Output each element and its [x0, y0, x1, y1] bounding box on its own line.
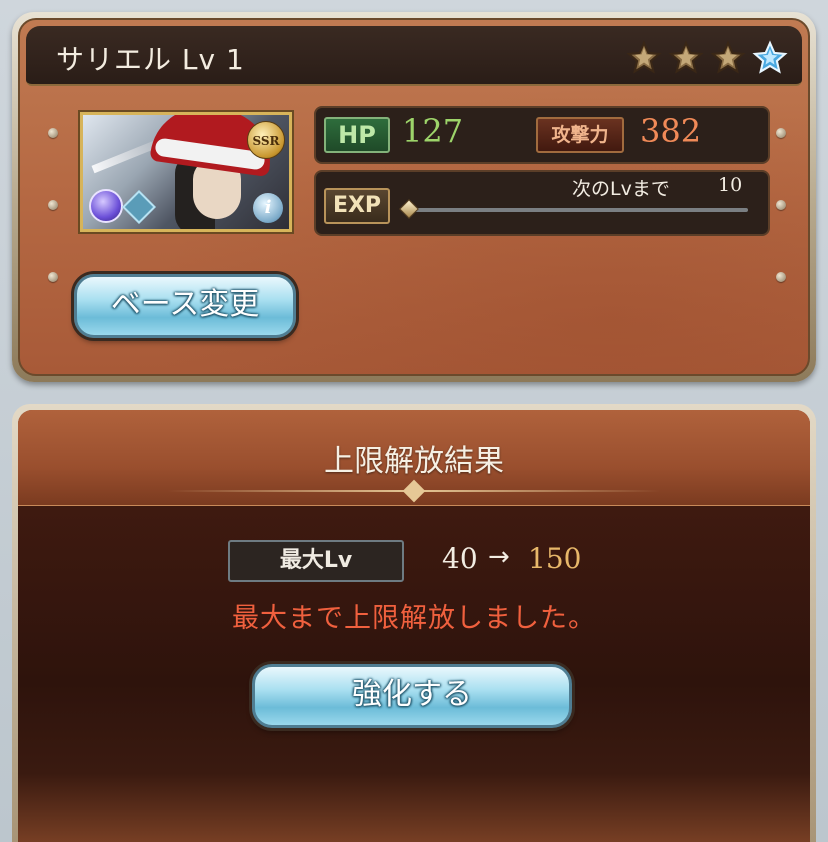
star-icon: [710, 40, 746, 76]
hp-tag: HP: [324, 117, 390, 153]
uncap-result-message: 最大まで上限解放しました。: [232, 603, 596, 634]
rivet-decoration: [776, 272, 786, 282]
rivet-decoration: [776, 200, 786, 210]
rivet-decoration: [776, 128, 786, 138]
uncap-result-panel: 上限解放結果 最大Lv 40 → 150 最大まで上限解放しました。 強化する: [12, 404, 816, 842]
character-panel-body: サリエル Lv 1 SSR i HP 127 攻撃力 382 EXP 次のLvま…: [18, 18, 810, 376]
max-level-to: 150: [528, 542, 582, 575]
result-title: 上限解放結果: [324, 444, 504, 479]
uncap-stars: [626, 40, 788, 76]
max-level-tag: 最大Lv: [228, 540, 404, 582]
character-portrait[interactable]: SSR i: [80, 112, 292, 232]
result-header: 上限解放結果: [18, 410, 810, 506]
exp-tag: EXP: [324, 188, 390, 224]
rivet-decoration: [48, 272, 58, 282]
star-icon: [668, 40, 704, 76]
star-icon: [626, 40, 662, 76]
ornament-icon: [402, 479, 426, 503]
stats-box: HP 127 攻撃力 382: [314, 106, 770, 164]
character-name-level: サリエル Lv 1: [56, 43, 245, 76]
exp-progress-bar: [399, 199, 748, 219]
attack-tag: 攻撃力: [536, 117, 624, 153]
rivet-decoration: [48, 128, 58, 138]
base-change-button[interactable]: ベース変更: [74, 274, 296, 338]
uncap-result-body: 上限解放結果 最大Lv 40 → 150 最大まで上限解放しました。 強化する: [18, 410, 810, 842]
max-level-from: 40: [442, 542, 478, 575]
attack-value: 382: [640, 112, 702, 150]
character-name-bar: サリエル Lv 1: [26, 26, 802, 86]
hp-value: 127: [402, 112, 464, 150]
blue-star-icon: [752, 40, 788, 76]
exp-box: EXP 次のLvまで 10: [314, 170, 770, 236]
exp-progress-knob: [399, 199, 419, 219]
enhance-button[interactable]: 強化する: [252, 664, 572, 728]
ssr-rarity-badge: SSR: [247, 121, 285, 159]
next-level-label: 次のLvまで: [572, 178, 670, 200]
my-list-icon: [122, 190, 156, 224]
info-icon[interactable]: i: [253, 193, 283, 223]
rivet-decoration: [48, 200, 58, 210]
element-icon: [89, 189, 123, 223]
arrow-right-icon: →: [488, 542, 510, 572]
character-panel: サリエル Lv 1 SSR i HP 127 攻撃力 382 EXP 次のLvま…: [12, 12, 816, 382]
next-level-value: 10: [718, 174, 743, 196]
